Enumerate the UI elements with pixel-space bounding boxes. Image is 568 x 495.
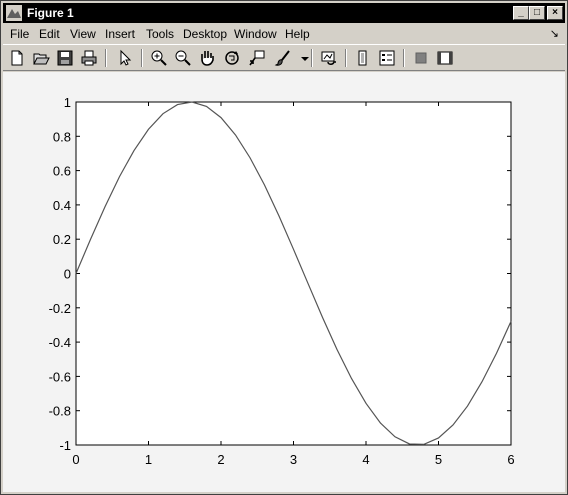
minimize-button[interactable]: _	[513, 6, 529, 20]
plot-area	[75, 101, 512, 446]
x-tick-label: 0	[72, 452, 79, 467]
hide-plot-tools-icon[interactable]	[411, 48, 431, 68]
toolbar-separator	[311, 49, 313, 67]
colorbar-icon[interactable]	[353, 48, 373, 68]
menu-help[interactable]: Help	[285, 27, 310, 41]
y-tick-label: 0.4	[53, 198, 71, 213]
new-figure-icon[interactable]	[7, 48, 27, 68]
y-tick-label: 0	[64, 267, 71, 282]
toolbar-separator	[345, 49, 347, 67]
toolbar-separator	[141, 49, 143, 67]
y-tick-label: -0.2	[49, 301, 71, 316]
pointer-icon[interactable]	[115, 48, 135, 68]
open-file-icon[interactable]	[31, 48, 51, 68]
y-tick-label: -1	[59, 438, 71, 453]
brush-icon[interactable]	[273, 48, 293, 68]
close-button[interactable]: ×	[547, 6, 563, 20]
data-cursor-icon[interactable]	[247, 48, 267, 68]
figure-toolbar	[3, 44, 565, 71]
y-tick-label: 0.8	[53, 129, 71, 144]
menu-bar: File Edit View Insert Tools Desktop Wind…	[3, 24, 565, 43]
menu-tools[interactable]: Tools	[146, 27, 174, 41]
plot-axes[interactable]: 0 1 2 3 4 5 6 -1 -0.8 -0.6 -0.4 -0.2 0 0.2 0.4 0.6 0.8 1	[3, 72, 565, 492]
menu-file[interactable]: File	[10, 27, 29, 41]
maximize-button[interactable]: □	[529, 6, 545, 20]
menu-window[interactable]: Window	[234, 27, 277, 41]
title-bar[interactable]: Figure 1 _ □ ×	[3, 3, 565, 23]
x-tick-label: 1	[145, 452, 152, 467]
zoom-out-icon[interactable]	[173, 48, 193, 68]
matlab-logo-icon	[6, 5, 22, 21]
print-icon[interactable]	[79, 48, 99, 68]
legend-icon[interactable]	[377, 48, 397, 68]
y-tick-label: 1	[64, 95, 71, 110]
zoom-in-icon[interactable]	[149, 48, 169, 68]
dock-arrow-icon[interactable]: ↘	[550, 27, 559, 40]
rotate-3d-icon[interactable]	[222, 48, 242, 68]
y-tick-label: 0.6	[53, 164, 71, 179]
y-tick-label: 0.2	[53, 232, 71, 247]
x-tick-label: 3	[290, 452, 297, 467]
menu-view[interactable]: View	[70, 27, 96, 41]
menu-desktop[interactable]: Desktop	[183, 27, 227, 41]
pan-hand-icon[interactable]	[197, 48, 217, 68]
y-tick-label: -0.4	[49, 335, 71, 350]
x-tick-label: 4	[362, 452, 369, 467]
save-icon[interactable]	[55, 48, 75, 68]
y-tick-label: -0.8	[49, 404, 71, 419]
figure-window: Figure 1 _ □ × File Edit View Insert Too…	[0, 0, 568, 495]
x-tick-label: 6	[507, 452, 514, 467]
y-tick-label: -0.6	[49, 369, 71, 384]
menu-edit[interactable]: Edit	[39, 27, 60, 41]
link-plot-icon[interactable]	[319, 48, 339, 68]
x-tick-label: 5	[435, 452, 442, 467]
window-title: Figure 1	[27, 6, 74, 20]
show-plot-tools-icon[interactable]	[435, 48, 455, 68]
toolbar-separator	[403, 49, 405, 67]
toolbar-separator	[105, 49, 107, 67]
menu-insert[interactable]: Insert	[105, 27, 135, 41]
figure-canvas: 0 1 2 3 4 5 6 -1 -0.8 -0.6 -0.4 -0.2 0 0.2 0.4 0.6 0.8 1	[3, 72, 565, 492]
x-tick-label: 2	[217, 452, 224, 467]
